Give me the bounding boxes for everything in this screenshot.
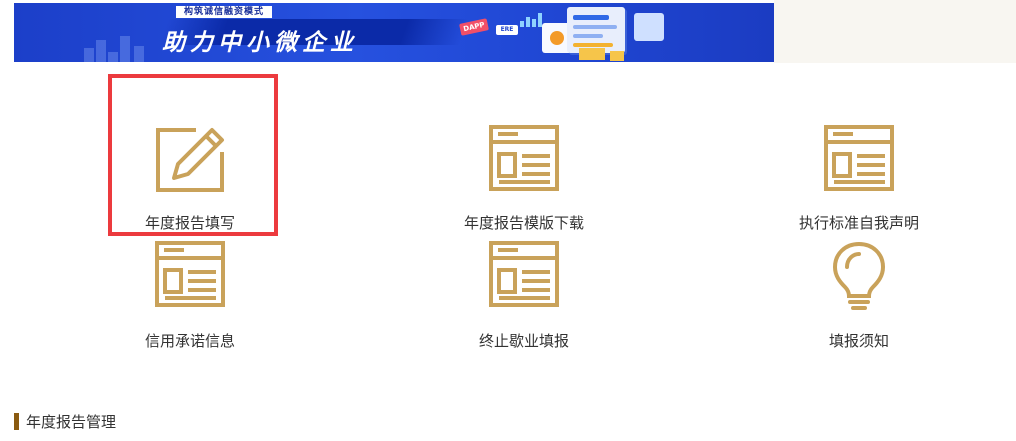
banner-tagline: 构筑诚信融资模式 <box>176 6 273 18</box>
panel-card-decoration <box>634 13 664 41</box>
banner-headline: 助力中小微企业 <box>162 30 358 56</box>
document-layout-icon <box>488 124 560 196</box>
menu-item-termination-filing[interactable]: 终止歇业填报 <box>404 238 644 353</box>
section-title: 年度报告管理 <box>14 411 116 431</box>
document-layout-icon <box>823 124 895 196</box>
menu-item-credit-commitment[interactable]: 信用承诺信息 <box>70 238 310 353</box>
lightbulb-icon <box>823 240 895 312</box>
box-decoration <box>579 48 605 60</box>
menu-item-label: 执行标准自我声明 <box>798 214 919 232</box>
menu-item-label: 填报须知 <box>828 332 889 350</box>
header-right-strip <box>774 0 1016 63</box>
box-decoration <box>610 51 624 61</box>
menu-item-filing-notice[interactable]: 填报须知 <box>739 238 979 353</box>
document-layout-icon <box>154 240 226 312</box>
section-title-marker <box>14 412 19 430</box>
menu-item-label: 终止歇业填报 <box>478 332 569 350</box>
promo-banner[interactable]: 构筑诚信融资模式 助力中小微企业 DAPP ERE <box>14 3 774 62</box>
dashboard-card-decoration <box>567 7 625 53</box>
menu-item-template-download[interactable]: 年度报告模版下载 <box>404 120 644 240</box>
document-layout-icon <box>488 240 560 312</box>
menu-item-standard-self-declaration[interactable]: 执行标准自我声明 <box>739 120 979 240</box>
section-title-text: 年度报告管理 <box>26 412 117 431</box>
banner-pill-label: ERE <box>496 25 518 35</box>
menu-item-label: 信用承诺信息 <box>144 332 235 350</box>
menu-item-label: 年度报告模版下载 <box>463 214 584 232</box>
selection-highlight <box>108 74 278 236</box>
city-skyline-decoration <box>84 33 154 62</box>
bar-graph-decoration <box>520 13 544 27</box>
